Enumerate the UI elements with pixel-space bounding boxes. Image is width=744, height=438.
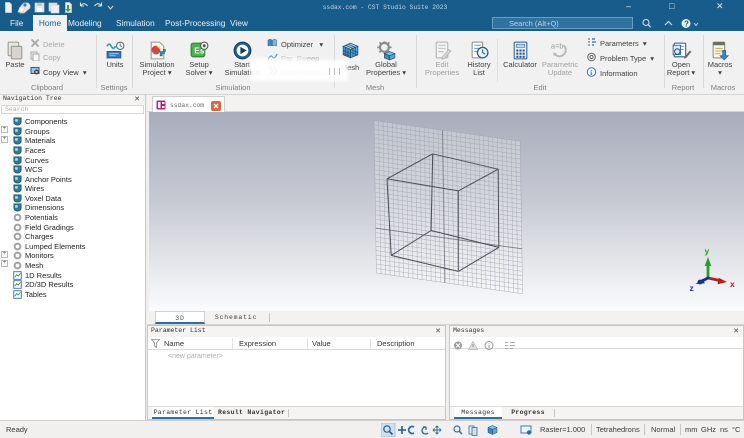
svg-text:a=b: a=b (551, 41, 563, 50)
svg-text:i: i (590, 69, 592, 77)
svg-text:x: x (730, 279, 735, 289)
svg-text:y: y (705, 246, 710, 256)
svg-text:z: z (690, 283, 694, 293)
svg-text:?: ? (684, 20, 689, 29)
